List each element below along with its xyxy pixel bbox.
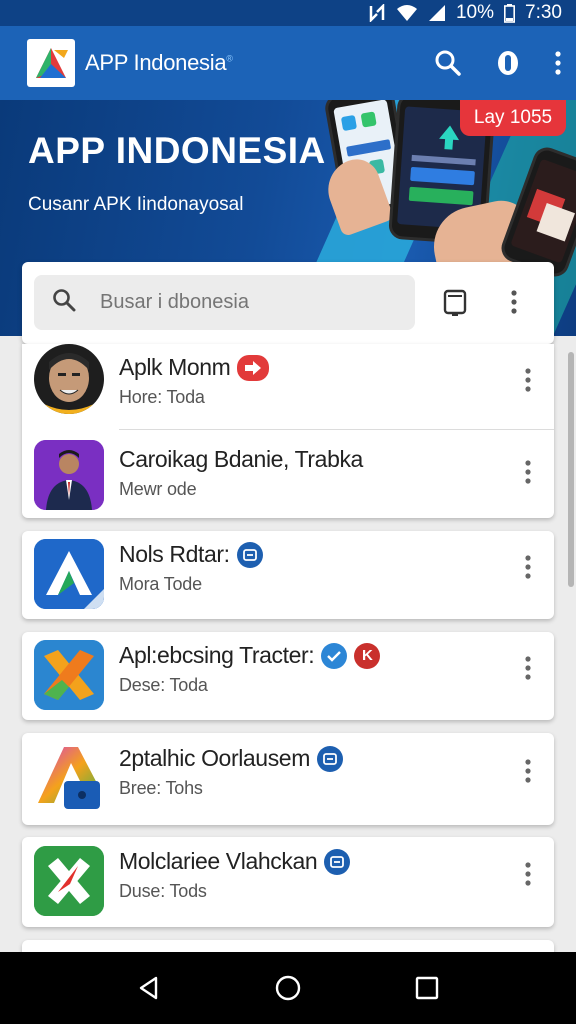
search-icon[interactable]	[434, 49, 462, 77]
list-item[interactable]: Aplk Monm Hore: Toda	[22, 344, 554, 432]
signal-icon	[428, 4, 446, 22]
wifi-icon	[396, 4, 418, 22]
item-menu-icon[interactable]	[524, 460, 532, 489]
list-item[interactable]: Molclariee Vlahckan Duse: Tods	[22, 838, 554, 926]
app-bar: APP Indonesia®	[0, 26, 576, 100]
hero-title: APP INDONESIA	[28, 130, 326, 171]
blue-square-badge-icon	[316, 745, 343, 772]
app-card: Apl:ebcsing Tracter: K Dese: Toda	[22, 632, 554, 720]
item-menu-icon[interactable]	[524, 862, 532, 891]
red-k-badge-icon: K	[354, 642, 381, 669]
item-menu-icon[interactable]	[524, 368, 532, 397]
app-card: Nols Rdtar: Mora Tode	[22, 531, 554, 619]
search-bar	[22, 262, 554, 344]
system-nav-bar	[0, 952, 576, 1024]
search-input[interactable]	[100, 291, 380, 314]
status-bar: 10% 7:30	[0, 0, 576, 26]
search-field[interactable]	[34, 275, 415, 330]
app-logo-icon[interactable]	[27, 39, 75, 87]
item-menu-icon[interactable]	[524, 759, 532, 788]
app-title: 2ptalhic Oorlausem	[119, 745, 343, 772]
blue-square-badge-icon	[324, 848, 351, 875]
app-meta: Hore: Toda	[119, 387, 205, 407]
blue-a-logo-icon	[34, 539, 104, 609]
hero-subtitle: Cusanr APK Iindonayosal	[28, 194, 244, 215]
search-options-icon[interactable]	[510, 290, 518, 319]
hero-badge: Lay 1055	[460, 100, 566, 136]
app-title: Nols Rdtar:	[119, 541, 263, 568]
app-card: Molclariee Vlahckan Duse: Tods	[22, 837, 554, 927]
item-menu-icon[interactable]	[524, 555, 532, 584]
overflow-menu-icon[interactable]	[554, 51, 562, 75]
news-anchor-icon	[34, 440, 104, 510]
orange-x-logo-icon	[34, 640, 104, 710]
divider	[119, 429, 554, 430]
app-title: Apl:ebcsing Tracter: K	[119, 642, 381, 669]
list-item[interactable]: Caroikag Bdanie, Trabka Mewr ode	[22, 436, 554, 524]
nfc-icon	[368, 4, 386, 22]
recents-icon[interactable]	[397, 958, 457, 1018]
app-meta: Mewr ode	[119, 479, 197, 499]
face-avatar-icon	[34, 344, 104, 414]
list-item[interactable]: Nols Rdtar: Mora Tode	[22, 531, 554, 619]
app-card: Aplk Monm Hore: Toda Caroikag Bdanie, Tr…	[22, 344, 554, 518]
account-icon[interactable]	[496, 49, 520, 77]
list-item[interactable]: Apl:ebcsing Tracter: K Dese: Toda	[22, 632, 554, 720]
gradient-a-logo-icon	[34, 743, 104, 813]
blue-check-badge-icon	[321, 642, 348, 669]
app-title: APP Indonesia®	[85, 50, 233, 75]
item-menu-icon[interactable]	[524, 656, 532, 685]
app-title: Molclariee Vlahckan	[119, 848, 351, 875]
battery-icon	[504, 3, 516, 23]
app-card: 2ptalhic Oorlausem Bree: Tohs	[22, 733, 554, 825]
home-icon[interactable]	[258, 958, 318, 1018]
search-icon	[52, 288, 76, 317]
device-icon[interactable]	[443, 289, 467, 322]
app-meta: Duse: Tods	[119, 881, 207, 901]
scrollbar[interactable]	[568, 352, 574, 587]
blue-square-badge-icon	[236, 541, 263, 568]
green-x-logo-icon	[34, 846, 104, 916]
app-meta: Mora Tode	[119, 574, 202, 594]
app-title: Aplk Monm	[119, 354, 270, 381]
app-meta: Dese: Toda	[119, 675, 208, 695]
list-item[interactable]: 2ptalhic Oorlausem Bree: Tohs	[22, 735, 554, 823]
battery-percent: 10%	[455, 2, 495, 23]
clock: 7:30	[525, 2, 562, 23]
red-arrow-badge-icon	[237, 354, 270, 381]
app-title: Caroikag Bdanie, Trabka	[119, 446, 363, 472]
back-icon[interactable]	[119, 958, 179, 1018]
app-meta: Bree: Tohs	[119, 778, 203, 798]
